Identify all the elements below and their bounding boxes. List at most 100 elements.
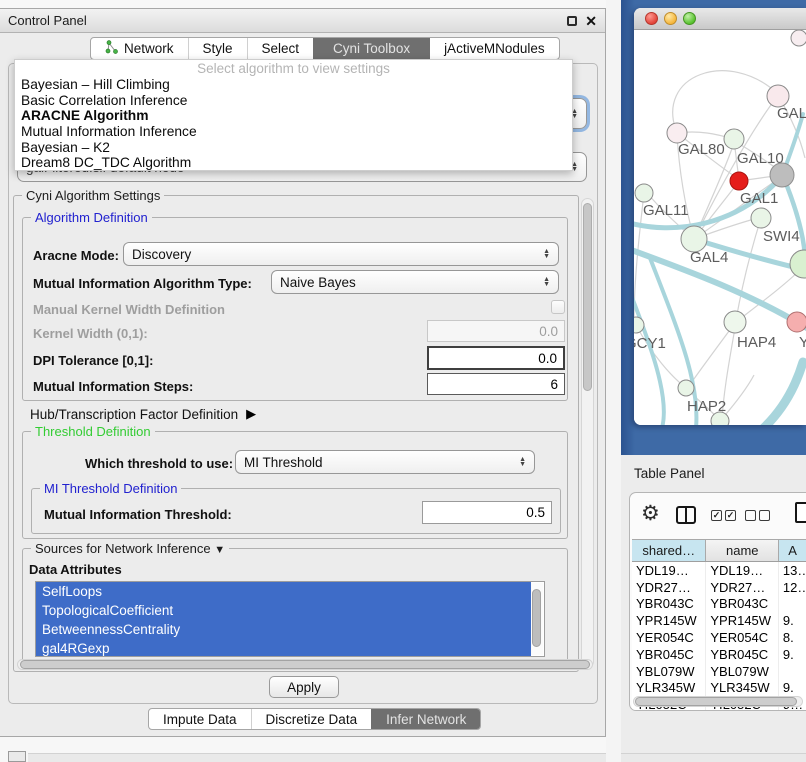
algorithm-option-bayesian-k2[interactable]: Bayesian – K2 — [15, 140, 572, 156]
attribute-item-gal4rgexp[interactable]: gal4RGexp — [36, 639, 531, 657]
hub-definition-section[interactable]: Hub/Transcription Factor Definition ▶ — [30, 406, 256, 422]
tab-label: Cyni Toolbox — [333, 41, 410, 56]
expand-right-icon[interactable]: ▶ — [246, 406, 256, 422]
table-cell: YLR345W — [632, 680, 706, 697]
settings-hscroll-thumb[interactable] — [20, 660, 590, 669]
unchecked-checkbox-icon[interactable] — [745, 510, 756, 521]
aracne-mode-combobox[interactable]: Discovery ▲▼ — [123, 242, 559, 266]
list-scrollbar-thumb[interactable] — [532, 589, 541, 647]
manual-kernel-checkbox[interactable] — [551, 300, 565, 314]
attribute-item-selfloops[interactable]: SelfLoops — [36, 582, 531, 601]
network-node-y[interactable] — [787, 312, 806, 332]
split-view-icon[interactable] — [676, 506, 696, 524]
mi-threshold-label: Mutual Information Threshold: — [44, 507, 232, 522]
tab-network[interactable]: Network — [91, 38, 188, 59]
tab-select[interactable]: Select — [247, 38, 314, 59]
algorithm-option-basic-correlation-inference[interactable]: Basic Correlation Inference — [15, 93, 572, 109]
network-window-titlebar[interactable] — [634, 8, 806, 30]
table-cell: 13… — [779, 562, 806, 579]
tab-impute-data[interactable]: Impute Data — [149, 709, 251, 729]
panel-divider[interactable]: ◂▸ — [606, 0, 621, 762]
table-panel-title: Table Panel — [634, 466, 705, 481]
data-attributes-list[interactable]: SelfLoopsTopologicalCoefficientBetweenne… — [35, 581, 545, 657]
tab-label: Impute Data — [163, 712, 237, 727]
window-title: Control Panel — [8, 13, 87, 28]
algorithm-definition-title: Algorithm Definition — [31, 210, 152, 225]
checked-checkbox-icon[interactable]: ✓ — [725, 510, 736, 521]
table-row[interactable]: YLR345WYLR345W9. — [632, 680, 806, 697]
algorithm-option-mutual-information-inference[interactable]: Mutual Information Inference — [15, 124, 572, 140]
table-hscroll-thumb[interactable] — [635, 697, 797, 706]
close-icon[interactable]: ✕ — [585, 16, 597, 26]
collapsed-panel-button[interactable] — [8, 751, 26, 762]
collapse-down-icon[interactable]: ▼ — [214, 544, 225, 556]
table-cell: YBR043C — [632, 596, 706, 613]
gear-icon[interactable]: ⚙ — [641, 503, 660, 525]
checked-checkbox-icon[interactable]: ✓ — [711, 510, 722, 521]
settings-vertical-scrollbar[interactable] — [581, 198, 594, 668]
network-node-gal11[interactable] — [635, 184, 653, 202]
list-scrollbar-track[interactable] — [531, 583, 543, 655]
table-cell: YDR27… — [706, 579, 779, 596]
document-icon[interactable] — [795, 502, 806, 523]
kernel-width-field[interactable]: 0.0 — [427, 320, 565, 342]
table-row[interactable]: YDL19…YDL19…13… — [632, 562, 806, 579]
attribute-item-topologicalcoefficient[interactable]: TopologicalCoefficient — [36, 601, 531, 620]
tab-cyni-toolbox[interactable]: Cyni Toolbox — [313, 38, 429, 59]
mi-threshold-field[interactable]: 0.5 — [422, 501, 552, 524]
node-label-gal11: GAL11 — [643, 202, 689, 219]
tab-style[interactable]: Style — [188, 38, 247, 59]
table-cell: 12… — [779, 579, 806, 596]
network-node[interactable] — [770, 163, 794, 187]
column-header-a[interactable]: A — [779, 540, 806, 561]
network-node-gal1[interactable] — [730, 172, 748, 190]
kernel-width-value: 0.0 — [539, 324, 558, 339]
algorithm-definition-group: Algorithm Definition Aracne Mode: Discov… — [22, 217, 568, 401]
which-threshold-label: Which threshold to use: — [85, 456, 233, 471]
settings-horizontal-scrollbar[interactable] — [17, 659, 593, 670]
algorithm-popup: Select algorithm to view settings Bayesi… — [14, 59, 573, 171]
cyni-algorithm-settings-group: Cyni Algorithm Settings Algorithm Defini… — [13, 195, 579, 672]
apply-button[interactable]: Apply — [269, 676, 339, 698]
float-window-icon[interactable] — [567, 16, 577, 26]
tab-discretize-data[interactable]: Discretize Data — [251, 709, 372, 729]
table-row[interactable]: YDR27…YDR27…12… — [632, 579, 806, 596]
tab-infer-network[interactable]: Infer Network — [371, 709, 480, 729]
table-toolbar: ⚙ ✓ ✓ — [630, 493, 806, 539]
dpi-tolerance-field[interactable]: 0.0 — [427, 346, 565, 370]
algorithm-option-aracne-algorithm[interactable]: ARACNE Algorithm — [15, 108, 572, 124]
table-row[interactable]: YER054CYER054C8. — [632, 629, 806, 646]
network-node-gal80[interactable] — [667, 123, 687, 143]
table-horizontal-scrollbar[interactable] — [633, 696, 803, 707]
algorithm-option-dream8-dc-tdc-algorithm[interactable]: Dream8 DC_TDC Algorithm — [15, 155, 572, 171]
network-canvas[interactable]: GALGAL80GAL10GAL1GAL11SWI4GAL4GCY1HAP4YH… — [634, 30, 806, 425]
network-node[interactable] — [711, 412, 729, 425]
network-node[interactable] — [790, 250, 806, 278]
network-node[interactable] — [791, 30, 806, 46]
attribute-item-betweennesscentrality[interactable]: BetweennessCentrality — [36, 620, 531, 639]
network-node-gal10[interactable] — [724, 129, 744, 149]
table-row[interactable]: YBL079WYBL079W — [632, 663, 806, 680]
settings-vscroll-thumb[interactable] — [583, 203, 592, 391]
network-node-gal[interactable] — [767, 85, 789, 107]
network-node-hap2[interactable] — [678, 380, 694, 396]
table-cell: 9. — [779, 612, 806, 629]
minimize-traffic-light-icon[interactable] — [664, 12, 677, 25]
network-node-hap4[interactable] — [724, 311, 746, 333]
unchecked-checkbox-icon[interactable] — [759, 510, 770, 521]
network-node-swi4[interactable] — [751, 208, 771, 228]
algorithm-option-bayesian-hill-climbing[interactable]: Bayesian – Hill Climbing — [15, 77, 572, 93]
mi-steps-field[interactable]: 6 — [427, 373, 565, 395]
mi-type-combobox[interactable]: Naive Bayes ▲▼ — [271, 270, 559, 294]
tab-jactivemnodules[interactable]: jActiveMNodules — [429, 38, 559, 59]
column-header-name[interactable]: name — [706, 540, 779, 561]
zoom-traffic-light-icon[interactable] — [683, 12, 696, 25]
table-row[interactable]: YBR043CYBR043C — [632, 596, 806, 613]
table-cell: 9. — [779, 680, 806, 697]
column-header-shared[interactable]: shared… — [632, 540, 706, 561]
close-traffic-light-icon[interactable] — [645, 12, 658, 25]
table-row[interactable]: YBR045CYBR045C9. — [632, 646, 806, 663]
which-threshold-combobox[interactable]: MI Threshold ▲▼ — [235, 450, 535, 474]
table-row[interactable]: YPR145WYPR145W9. — [632, 612, 806, 629]
manual-kernel-label: Manual Kernel Width Definition — [33, 302, 225, 317]
